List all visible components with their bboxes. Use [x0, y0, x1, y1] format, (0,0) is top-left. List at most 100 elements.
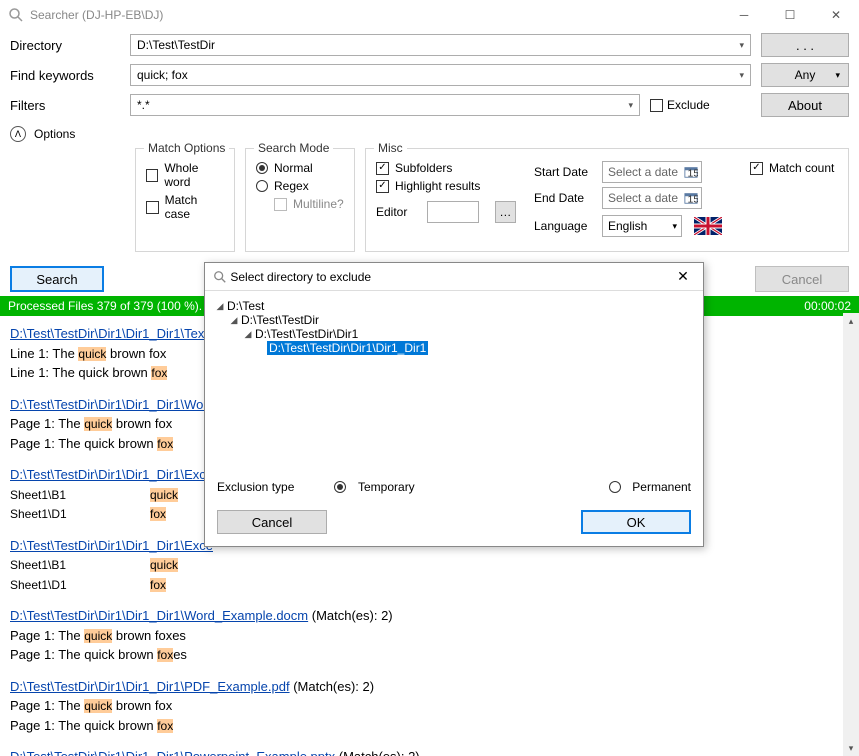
highlight: quick [150, 488, 178, 502]
result-file-link[interactable]: D:\Test\TestDir\Dir1\Dir1_Dir1\Exce [10, 467, 213, 482]
scrollbar[interactable]: ▴ ▾ [843, 313, 859, 756]
svg-text:15: 15 [688, 193, 699, 205]
chevron-down-icon: ▾ [739, 40, 744, 51]
match-count-text: (Match(es): 2) [290, 679, 375, 694]
regex-radio[interactable] [256, 180, 268, 192]
result-line: Sheet1\D1fox [10, 575, 833, 595]
directory-tree[interactable]: ◢D:\Test ◢D:\Test\TestDir ◢D:\Test\TestD… [205, 291, 703, 471]
filters-input[interactable]: *.* ▾ [130, 94, 640, 116]
dialog-titlebar: Select directory to exclude ✕ [205, 263, 703, 291]
result-file-link[interactable]: D:\Test\TestDir\Dir1\Dir1_Dir1\PDF_Examp… [10, 679, 290, 694]
about-button[interactable]: About [761, 93, 849, 117]
dialog-ok-button[interactable]: OK [581, 510, 691, 534]
result-line: Page 1: The quick brown foxes [10, 645, 833, 665]
dialog-close-button[interactable]: ✕ [671, 268, 695, 285]
result-file-link[interactable]: D:\Test\TestDir\Dir1\Dir1_Dir1\Text [10, 326, 208, 341]
close-button[interactable]: ✕ [813, 0, 859, 30]
end-date-input[interactable]: Select a date 15 [602, 187, 702, 209]
collapse-options-icon[interactable]: ᐱ [10, 126, 26, 142]
window-title: Searcher (DJ-HP-EB\DJ) [30, 8, 721, 22]
result-file-link[interactable]: D:\Test\TestDir\Dir1\Dir1_Dir1\Word_Exam… [10, 608, 308, 623]
scroll-up-icon[interactable]: ▴ [845, 315, 857, 327]
keywords-value: quick; fox [137, 68, 188, 82]
language-select[interactable]: English▾ [602, 215, 682, 237]
tree-expand-icon[interactable]: ◢ [243, 329, 253, 340]
result-file-link[interactable]: D:\Test\TestDir\Dir1\Dir1_Dir1\Exce [10, 538, 213, 553]
keywords-label: Find keywords [10, 68, 120, 83]
dialog-title: Select directory to exclude [230, 270, 371, 284]
result-file-link[interactable]: D:\Test\TestDir\Dir1\Dir1_Dir1\Wor [10, 397, 208, 412]
highlight: fox [157, 437, 173, 451]
options-label: Options [34, 127, 75, 141]
directory-value: D:\Test\TestDir [137, 38, 215, 52]
status-text: Processed Files 379 of 379 (100 %). [8, 299, 202, 313]
highlight: fox [157, 719, 173, 733]
chevron-down-icon: ▾ [835, 70, 840, 81]
highlight-checkbox[interactable]: ✓ [376, 180, 389, 193]
exclude-checkbox[interactable]: Exclude [650, 98, 710, 112]
chevron-down-icon: ▾ [739, 70, 744, 81]
any-button[interactable]: Any▾ [761, 63, 849, 87]
match-count-text: (Match(es): 2) [335, 749, 420, 756]
editor-input[interactable] [427, 201, 480, 223]
temporary-radio[interactable]: Temporary [334, 479, 414, 494]
maximize-button[interactable]: ☐ [767, 0, 813, 30]
editor-browse-button[interactable]: … [495, 201, 516, 223]
tree-node[interactable]: D:\Test\TestDir [241, 313, 319, 327]
titlebar: Searcher (DJ-HP-EB\DJ) ─ ☐ ✕ [0, 0, 859, 30]
minimize-button[interactable]: ─ [721, 0, 767, 30]
tree-node[interactable]: D:\Test\TestDir\Dir1 [255, 327, 358, 341]
result-block: D:\Test\TestDir\Dir1\Dir1_Dir1\Word_Exam… [10, 606, 833, 665]
highlight: quick [84, 629, 112, 643]
directory-label: Directory [10, 38, 120, 53]
highlight: fox [151, 366, 167, 380]
result-line: Page 1: The quick brown fox [10, 716, 833, 736]
highlight: quick [84, 417, 112, 431]
highlight: quick [84, 699, 112, 713]
match-options-group: Match Options Whole word Match case [135, 148, 235, 252]
chevron-down-icon: ▾ [628, 100, 633, 111]
permanent-radio[interactable]: Permanent [609, 479, 691, 494]
tree-node-selected[interactable]: D:\Test\TestDir\Dir1\Dir1_Dir1 [267, 341, 428, 355]
result-block: D:\Test\TestDir\Dir1\Dir1_Dir1\Powerpoin… [10, 747, 833, 756]
exclusion-type-label: Exclusion type [217, 480, 294, 494]
subfolders-checkbox[interactable]: ✓ [376, 162, 389, 175]
tree-node[interactable]: D:\Test [227, 299, 264, 313]
checkbox-icon [650, 99, 663, 112]
search-icon [213, 270, 227, 284]
scroll-down-icon[interactable]: ▾ [845, 742, 857, 754]
result-line: Page 1: The quick brown foxes [10, 626, 833, 646]
elapsed-time: 00:00:02 [804, 299, 851, 313]
filters-label: Filters [10, 98, 120, 113]
normal-radio[interactable] [256, 162, 268, 174]
dialog-cancel-button[interactable]: Cancel [217, 510, 327, 534]
tree-expand-icon[interactable]: ◢ [215, 301, 225, 312]
calendar-icon: 15 [684, 191, 698, 205]
result-block: D:\Test\TestDir\Dir1\Dir1_Dir1\PDF_Examp… [10, 677, 833, 736]
whole-word-checkbox[interactable] [146, 169, 158, 182]
result-file-link[interactable]: D:\Test\TestDir\Dir1\Dir1_Dir1\Powerpoin… [10, 749, 335, 756]
result-line: Page 1: The quick brown fox [10, 696, 833, 716]
highlight: fox [150, 507, 166, 521]
match-count-text: (Match(es): 2) [308, 608, 393, 623]
tree-expand-icon[interactable]: ◢ [229, 315, 239, 326]
browse-directory-button[interactable]: . . . [761, 33, 849, 57]
cancel-button[interactable]: Cancel [755, 266, 849, 292]
highlight: quick [150, 558, 178, 572]
start-date-input[interactable]: Select a date 15 [602, 161, 702, 183]
result-line: Sheet1\B1quick [10, 555, 833, 575]
directory-input[interactable]: D:\Test\TestDir ▾ [130, 34, 751, 56]
multiline-checkbox [274, 198, 287, 211]
exclude-dialog: Select directory to exclude ✕ ◢D:\Test ◢… [204, 262, 704, 547]
keywords-input[interactable]: quick; fox ▾ [130, 64, 751, 86]
app-icon [8, 7, 24, 23]
search-button[interactable]: Search [10, 266, 104, 292]
match-case-checkbox[interactable] [146, 201, 159, 214]
uk-flag-icon [694, 217, 722, 235]
highlight: quick [78, 347, 106, 361]
highlight: fox [150, 578, 166, 592]
svg-text:15: 15 [688, 167, 699, 179]
highlight: fox [157, 648, 173, 662]
match-count-checkbox[interactable]: ✓ [750, 162, 763, 175]
search-mode-group: Search Mode Normal Regex Multiline? [245, 148, 355, 252]
